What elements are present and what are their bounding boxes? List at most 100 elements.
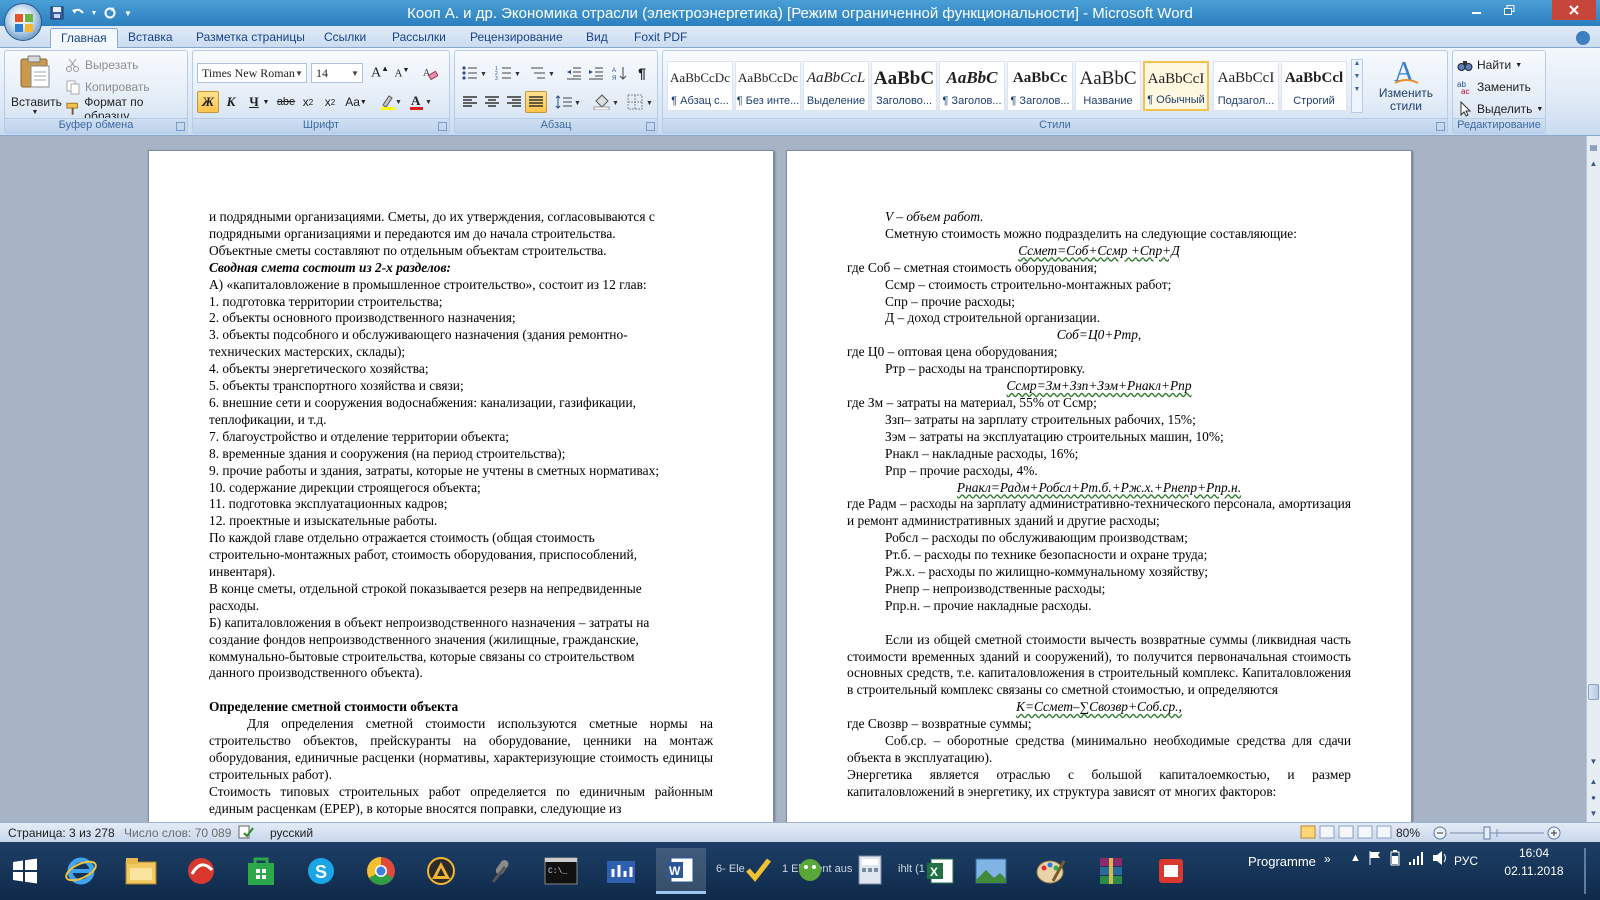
internet-explorer-icon[interactable] — [56, 848, 106, 894]
programme-toolbar-label[interactable]: Programme — [1248, 854, 1316, 869]
copy-button[interactable]: Копировать — [65, 77, 150, 97]
proofing-icon[interactable] — [238, 825, 254, 842]
styles-scroll[interactable]: ▲ ▼ ▼ — [1351, 59, 1363, 113]
styles-dialog-launcher[interactable] — [1436, 122, 1445, 131]
winrar-icon[interactable] — [1086, 848, 1136, 894]
format-painter-button[interactable]: Формат по образцу — [65, 95, 187, 123]
view-buttons[interactable] — [1300, 825, 1396, 842]
scroll-up-icon[interactable]: ▲ — [1587, 156, 1600, 170]
style-item[interactable]: AaBbCcDc ¶ Без инте... — [735, 61, 801, 111]
taskbar-item[interactable]: 1 Element aus — [776, 848, 916, 894]
network-settings-icon[interactable] — [596, 848, 646, 894]
paint-icon[interactable] — [1026, 848, 1076, 894]
strikethrough-button[interactable]: abe — [275, 91, 297, 113]
bold-button[interactable]: Ж — [197, 91, 219, 113]
excel-taskbar-icon[interactable]: ihlt (1 X — [898, 848, 966, 894]
font-dialog-launcher[interactable] — [438, 122, 447, 131]
scrollbar-thumb[interactable] — [1588, 684, 1599, 700]
grow-font-button[interactable]: A▲ — [369, 62, 391, 84]
toolbar-expand-icon[interactable]: » — [1324, 852, 1331, 866]
style-item[interactable]: AaBbCcL Выделение — [803, 61, 869, 111]
superscript-button[interactable]: x2 — [319, 91, 341, 113]
font-color-button[interactable]: A ▼ — [407, 91, 433, 113]
zoom-level[interactable]: 80% — [1396, 826, 1420, 840]
find-button[interactable]: Найти ▼ — [1457, 55, 1522, 75]
close-button[interactable] — [1552, 0, 1596, 20]
italic-button[interactable]: К — [220, 91, 242, 113]
vertical-scrollbar[interactable]: ▤ ▲ ▼ ▲ ● ▼ — [1586, 136, 1600, 822]
change-case-button[interactable]: Aa ▼ — [343, 91, 369, 113]
photos-icon[interactable] — [966, 848, 1016, 894]
taskbar-item[interactable]: 6- Ele — [716, 848, 776, 894]
chevron-up-icon[interactable]: ▲ — [1352, 60, 1362, 67]
justify-button[interactable] — [525, 91, 547, 113]
paste-button[interactable]: Вставить ▼ — [11, 55, 62, 116]
office-button[interactable] — [4, 3, 42, 41]
minimize-button[interactable] — [1462, 0, 1492, 20]
chevron-down-icon[interactable]: ▼ — [348, 64, 362, 82]
chevron-up-icon[interactable]: ▲ — [1350, 852, 1361, 864]
style-item[interactable]: AaBbC Заголово... — [871, 61, 937, 111]
style-item-selected[interactable]: AaBbCcI ¶ Обычный — [1143, 61, 1209, 111]
shrink-font-button[interactable]: A▼ — [391, 62, 413, 84]
cut-button[interactable]: Вырезать — [65, 55, 138, 75]
font-name-combo[interactable]: Times New Roman ▼ — [197, 63, 307, 83]
tab-mailings[interactable]: Рассылки — [382, 28, 456, 48]
command-prompt-icon[interactable]: C:\_ — [536, 848, 586, 894]
tab-references[interactable]: Ссылки — [314, 28, 376, 48]
start-button[interactable] — [0, 848, 50, 894]
style-item[interactable]: AaBbC ¶ Заголов... — [939, 61, 1005, 111]
scroll-down-icon[interactable]: ▼ — [1587, 754, 1600, 768]
file-explorer-icon[interactable] — [116, 848, 166, 894]
restore-button[interactable] — [1494, 0, 1524, 20]
font-size-combo[interactable]: 14 ▼ — [311, 63, 363, 83]
change-styles-button[interactable]: A Изменить стили — [1369, 55, 1443, 117]
tab-insert[interactable]: Вставка — [118, 28, 183, 48]
paragraph-dialog-launcher[interactable] — [646, 122, 655, 131]
page-left[interactable]: и подрядными организациями. Сметы, до их… — [148, 150, 774, 822]
tab-view[interactable]: Вид — [576, 28, 618, 48]
chevron-down-icon[interactable]: ▼ — [1352, 73, 1362, 80]
battery-icon[interactable] — [1390, 850, 1400, 869]
next-page-icon[interactable]: ▼ — [1587, 806, 1600, 820]
increase-indent-button[interactable] — [585, 62, 607, 84]
borders-button[interactable]: ▼ — [625, 91, 655, 113]
language-indicator[interactable]: русский — [270, 826, 313, 840]
browse-object-icon[interactable]: ● — [1587, 790, 1600, 804]
app-red-swirl-icon[interactable] — [176, 848, 226, 894]
tab-review[interactable]: Рецензирование — [460, 28, 573, 48]
page-counter[interactable]: Страница: 3 из 278 — [8, 826, 115, 840]
app-red-document-icon[interactable] — [1146, 848, 1196, 894]
chevron-down-icon[interactable]: ▼ — [292, 64, 306, 82]
flag-icon[interactable] — [1368, 850, 1382, 869]
align-left-button[interactable] — [459, 91, 481, 113]
style-item[interactable]: AaBbCcDc ¶ Абзац с... — [667, 61, 733, 111]
decrease-indent-button[interactable] — [563, 62, 585, 84]
word-taskbar-icon[interactable]: W — [656, 848, 706, 894]
align-center-button[interactable] — [481, 91, 503, 113]
highlight-button[interactable]: ▼ — [377, 91, 403, 113]
style-item[interactable]: AaBbCcI Подзагол... — [1213, 61, 1279, 111]
previous-page-icon[interactable]: ▲ — [1587, 774, 1600, 788]
volume-icon[interactable] — [1432, 850, 1450, 869]
tab-home[interactable]: Главная — [50, 28, 118, 48]
multilevel-list-button[interactable]: ▼ — [527, 62, 557, 84]
select-button[interactable]: Выделить ▼ — [1457, 99, 1543, 119]
page-right[interactable]: V – объем работ. Сметную стоимость можно… — [786, 150, 1412, 822]
numbering-button[interactable]: 1 2 3 ▼ — [493, 62, 523, 84]
tab-foxit-pdf[interactable]: Foxit PDF — [624, 28, 697, 48]
chrome-icon[interactable] — [356, 848, 406, 894]
microphone-icon[interactable] — [476, 848, 526, 894]
bullets-button[interactable]: ▼ — [459, 62, 489, 84]
show-marks-button[interactable]: ¶ — [631, 62, 653, 84]
style-item[interactable]: AaBbCc ¶ Заголов... — [1007, 61, 1073, 111]
show-desktop-button[interactable] — [1584, 848, 1586, 894]
align-right-button[interactable] — [503, 91, 525, 113]
store-icon[interactable] — [236, 848, 286, 894]
replace-button[interactable]: ab ac Заменить — [1457, 77, 1531, 97]
help-icon[interactable] — [1576, 31, 1590, 45]
app-triangle-icon[interactable] — [416, 848, 466, 894]
sort-button[interactable]: АЯ — [609, 62, 631, 84]
input-language[interactable]: РУС — [1454, 854, 1478, 868]
wifi-signal-icon[interactable] — [1408, 850, 1426, 869]
